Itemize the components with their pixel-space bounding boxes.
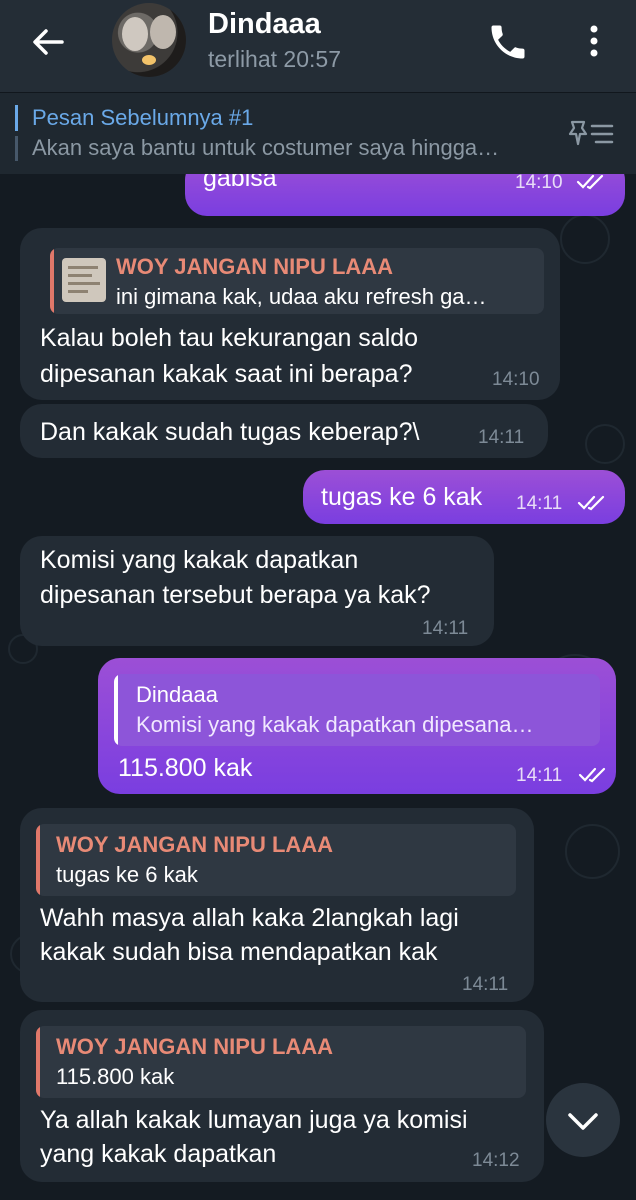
back-arrow-icon[interactable]: [28, 22, 68, 62]
chat-header: Dindaaa terlihat 20:57: [0, 0, 636, 92]
reply-thumbnail: [62, 258, 106, 302]
avatar-face-right: [150, 15, 176, 49]
pinned-list-icon[interactable]: [566, 114, 616, 150]
message-text: Dan kakak sudah tugas keberap?\: [40, 418, 420, 446]
reply-preview[interactable]: WOY JANGAN NIPU LAAA tugas ke 6 kak: [36, 824, 516, 896]
message-time: 14:11: [422, 618, 469, 639]
message-text-line: dipesanan kakak saat ini berapa?: [40, 360, 413, 388]
pinned-title: Pesan Sebelumnya #1: [32, 105, 254, 130]
pinned-message-bar[interactable]: Pesan Sebelumnya #1 Akan saya bantu untu…: [0, 92, 636, 174]
wallpaper-doodle: [565, 824, 620, 879]
message-text: gabisa: [203, 174, 277, 192]
avatar-face-left: [122, 17, 148, 51]
message-bubble-incoming[interactable]: Dan kakak sudah tugas keberap?\ 14:11: [20, 404, 548, 458]
reply-text: 115.800 kak: [56, 1064, 175, 1089]
message-bubble-incoming[interactable]: WOY JANGAN NIPU LAAA 115.800 kak Ya alla…: [20, 1010, 544, 1182]
message-text-line: Komisi yang kakak dapatkan: [40, 546, 359, 574]
reply-sender: WOY JANGAN NIPU LAAA: [116, 254, 394, 279]
message-time: 14:12: [472, 1150, 520, 1171]
reply-preview[interactable]: Dindaaa Komisi yang kakak dapatkan dipes…: [114, 674, 600, 746]
contact-name[interactable]: Dindaaa: [208, 8, 321, 41]
reply-text: tugas ke 6 kak: [56, 862, 198, 887]
reply-text: Komisi yang kakak dapatkan dipesana…: [136, 712, 534, 737]
more-vertical-icon[interactable]: [576, 20, 612, 64]
reply-text: ini gimana kak, udaa aku refresh ga…: [116, 284, 487, 309]
chat-area[interactable]: gabisa 14:10 WOY JANGAN NIPU LAAA ini gi…: [0, 174, 636, 1200]
message-bubble-incoming[interactable]: WOY JANGAN NIPU LAAA ini gimana kak, uda…: [20, 228, 560, 400]
message-time: 14:11: [478, 427, 525, 448]
message-time: 14:11: [462, 974, 509, 995]
avatar-candle: [142, 55, 156, 65]
message-time: 14:11: [516, 765, 563, 786]
message-time: 14:10: [515, 174, 563, 193]
message-text-line: dipesanan tersebut berapa ya kak?: [40, 581, 431, 609]
pinned-preview: Akan saya bantu untuk costumer saya hing…: [32, 135, 500, 160]
reply-preview[interactable]: WOY JANGAN NIPU LAAA 115.800 kak: [36, 1026, 526, 1098]
reply-sender: WOY JANGAN NIPU LAAA: [56, 1034, 334, 1059]
message-bubble-incoming[interactable]: Komisi yang kakak dapatkan dipesanan ter…: [20, 536, 494, 646]
double-check-icon: [576, 174, 604, 190]
message-bubble-outgoing[interactable]: tugas ke 6 kak 14:11: [303, 470, 625, 524]
double-check-icon: [578, 767, 606, 783]
reply-sender: Dindaaa: [136, 682, 218, 707]
reply-sender: WOY JANGAN NIPU LAAA: [56, 832, 334, 857]
message-text: 115.800 kak: [118, 754, 253, 782]
message-bubble-incoming[interactable]: WOY JANGAN NIPU LAAA tugas ke 6 kak Wahh…: [20, 808, 534, 1002]
chevron-down-icon: [568, 1113, 598, 1130]
phone-icon[interactable]: [486, 20, 530, 64]
message-text-line: Kalau boleh tau kekurangan saldo: [40, 324, 419, 352]
message-text: tugas ke 6 kak: [321, 483, 483, 511]
message-bubble-outgoing[interactable]: Dindaaa Komisi yang kakak dapatkan dipes…: [98, 658, 616, 794]
wallpaper-doodle: [560, 214, 610, 264]
message-text-line: Ya allah kakak lumayan juga ya komisi: [40, 1106, 468, 1134]
pinned-indicator: [15, 105, 18, 161]
message-bubble-outgoing[interactable]: gabisa 14:10: [185, 174, 625, 216]
message-time: 14:11: [516, 493, 563, 514]
wallpaper-doodle: [585, 424, 625, 464]
message-text-line: kakak sudah bisa mendapatkan kak: [40, 938, 438, 966]
message-time: 14:10: [492, 369, 540, 390]
scroll-down-button[interactable]: [546, 1083, 620, 1157]
message-text-line: yang kakak dapatkan: [40, 1140, 277, 1168]
reply-preview[interactable]: WOY JANGAN NIPU LAAA ini gimana kak, uda…: [50, 248, 544, 314]
double-check-icon: [577, 495, 605, 511]
message-text-line: Wahh masya allah kaka 2langkah lagi: [40, 904, 459, 932]
last-seen-status: terlihat 20:57: [208, 46, 341, 72]
avatar[interactable]: [112, 3, 186, 77]
